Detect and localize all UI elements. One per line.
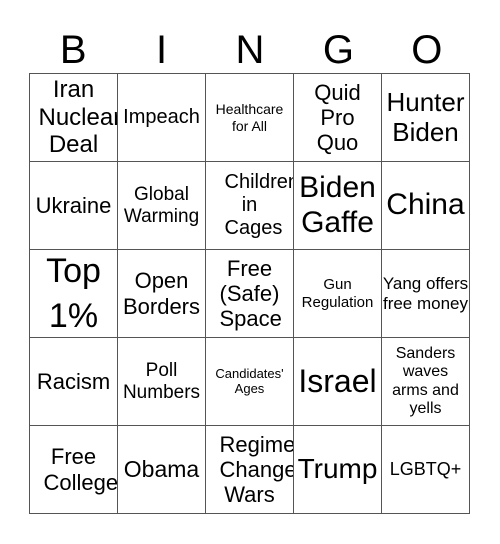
bingo-cell[interactable]: Racism [30,338,118,426]
bingo-cell[interactable]: Global Warming [118,162,206,250]
bingo-cell[interactable]: Trump [294,426,382,514]
cell-text: Iran Nuclear Deal [38,76,118,159]
header-letter-o: O [411,28,443,72]
cell-text: Top 1% [46,252,101,335]
bingo-cell[interactable]: Iran Nuclear Deal [30,74,118,162]
bingo-cell[interactable]: Obama [118,426,206,514]
cell-text: Biden Gaffe [299,171,376,239]
cell-text: Impeach [123,106,200,128]
cell-text: Healthcare for All [215,101,284,134]
cell-text: Quid Pro Quo [314,79,361,156]
bingo-cell[interactable]: Quid Pro Quo [294,74,382,162]
bingo-cell[interactable]: Free (Safe) Space [206,250,294,338]
bingo-cell[interactable]: Sanders waves arms and yells [382,338,470,426]
header-letter-b: B [59,28,87,72]
bingo-cell[interactable]: Israel [294,338,382,426]
header-letter-g: G [322,28,354,72]
cell-text: Yang offers free money [382,273,469,313]
bingo-cell[interactable]: Top 1% [30,250,118,338]
bingo-cell[interactable]: Healthcare for All [206,74,294,162]
header-letter-i: I [156,28,168,72]
bingo-cell[interactable]: Children in Cages [206,162,294,250]
cell-text: Ukraine [35,192,112,218]
cell-text: Open Borders [122,268,201,319]
cell-text: Poll Numbers [122,359,201,403]
cell-text: Candidates' Ages [215,365,284,396]
cell-text: Gun Regulation [301,276,374,311]
bingo-cell[interactable]: Ukraine [30,162,118,250]
cell-text: Sanders waves arms and yells [392,344,459,417]
cell-text: Hunter Biden [386,86,465,147]
bingo-cell[interactable]: Impeach [118,74,206,162]
cell-text: Israel [298,363,377,400]
bingo-cell[interactable]: Regime Change Wars [206,426,294,514]
cell-text: Global Warming [123,183,200,227]
cell-text: China [386,188,465,222]
cell-text: Free (Safe) Space [219,255,282,332]
bingo-cell[interactable]: Candidates' Ages [206,338,294,426]
bingo-cell[interactable]: Open Borders [118,250,206,338]
bingo-header: B I N G O [29,28,471,73]
cell-text: Obama [123,456,200,483]
bingo-cell[interactable]: Gun Regulation [294,250,382,338]
cell-text: LGBTQ+ [389,459,462,480]
bingo-cell[interactable]: Biden Gaffe [294,162,382,250]
bingo-cell[interactable]: LGBTQ+ [382,426,470,514]
cell-text: Racism [36,368,111,394]
header-letter-n: N [235,28,265,72]
bingo-cell[interactable]: China [382,162,470,250]
bingo-cell[interactable]: Yang offers free money [382,250,470,338]
bingo-cell[interactable]: Free College [30,426,118,514]
bingo-cell[interactable]: Poll Numbers [118,338,206,426]
cell-text: Regime Change Wars [219,431,294,508]
bingo-cell[interactable]: Hunter Biden [382,74,470,162]
bingo-grid: Iran Nuclear Deal Impeach Healthcare for… [29,73,470,514]
cell-text: Children in Cages [224,171,294,239]
cell-text: Trump [297,453,378,485]
cell-text: Free College [43,444,118,495]
